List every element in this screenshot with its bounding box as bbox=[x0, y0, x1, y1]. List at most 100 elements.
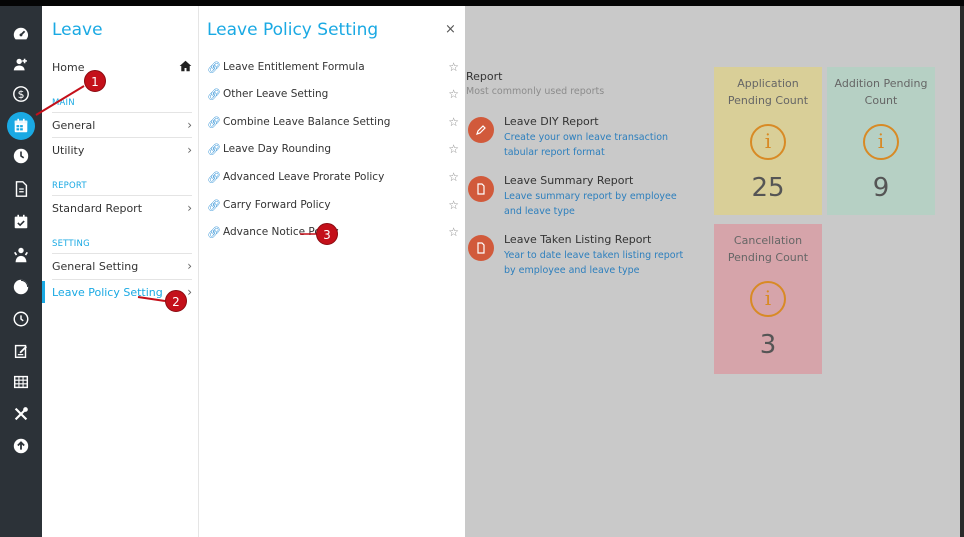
menu-title: Leave bbox=[52, 20, 103, 40]
info-icon: i bbox=[750, 281, 786, 317]
menu-item-home[interactable]: Home bbox=[52, 59, 192, 75]
report-section-title: Report bbox=[466, 70, 503, 83]
tools-icon[interactable] bbox=[9, 402, 33, 426]
card-title: Application Pending Count bbox=[727, 77, 809, 107]
card-title: Cancellation Pending Count bbox=[727, 234, 809, 264]
submenu-item-label: Combine Leave Balance Setting bbox=[223, 116, 391, 128]
link-icon: 🔗︎ bbox=[207, 198, 221, 212]
menu-item-standard-report[interactable]: Standard Report › bbox=[52, 200, 192, 216]
divider bbox=[52, 112, 192, 113]
chevron-right-icon: › bbox=[187, 259, 192, 273]
submenu-title: Leave Policy Setting bbox=[207, 20, 379, 40]
dashboard-overlay: Report Most commonly used reports Leave … bbox=[465, 6, 960, 537]
submenu-item-leave-day-rounding[interactable]: 🔗︎ Leave Day Rounding ☆ bbox=[207, 141, 459, 157]
report-description[interactable]: Create your own leave transaction tabula… bbox=[504, 130, 696, 160]
star-icon[interactable]: ☆ bbox=[448, 142, 459, 156]
menu-item-general-setting[interactable]: General Setting › bbox=[52, 258, 192, 274]
people-icon[interactable] bbox=[9, 243, 33, 267]
home-icon bbox=[179, 60, 192, 75]
chevron-right-icon: › bbox=[187, 118, 192, 132]
report-description[interactable]: Year to date leave taken listing report … bbox=[504, 248, 696, 278]
star-icon[interactable]: ☆ bbox=[448, 115, 459, 129]
active-indicator bbox=[42, 281, 45, 303]
chevron-right-icon: › bbox=[187, 143, 192, 157]
star-icon[interactable]: ☆ bbox=[448, 225, 459, 239]
card-application-pending[interactable]: Application Pending Count i 25 bbox=[714, 67, 822, 215]
dashboard-icon[interactable] bbox=[9, 22, 33, 46]
submenu-item-label: Leave Day Rounding bbox=[223, 143, 332, 155]
report-name[interactable]: Leave Summary Report bbox=[504, 174, 633, 187]
svg-text:$: $ bbox=[18, 88, 25, 101]
submenu-item-carry-forward-policy[interactable]: 🔗︎ Carry Forward Policy ☆ bbox=[207, 197, 459, 213]
menu-section-setting: SETTING bbox=[52, 239, 90, 249]
info-icon: i bbox=[750, 124, 786, 160]
close-icon[interactable]: × bbox=[445, 22, 456, 37]
link-icon: 🔗︎ bbox=[207, 142, 221, 156]
star-icon[interactable]: ☆ bbox=[448, 60, 459, 74]
link-icon: 🔗︎ bbox=[207, 115, 221, 129]
card-count: 25 bbox=[751, 173, 785, 203]
submenu-item-advanced-leave-prorate-policy[interactable]: 🔗︎ Advanced Leave Prorate Policy ☆ bbox=[207, 169, 459, 185]
menu-item-standard-report-label: Standard Report bbox=[52, 201, 143, 215]
submenu-item-label: Advanced Leave Prorate Policy bbox=[223, 171, 385, 183]
annotation-marker-3: 3 bbox=[316, 223, 338, 245]
link-icon: 🔗︎ bbox=[207, 87, 221, 101]
divider bbox=[52, 195, 192, 196]
icon-rail: $ bbox=[0, 6, 42, 537]
divider bbox=[52, 279, 192, 280]
leave-menu-panel: Leave Home MAIN General › Utility › REPO… bbox=[42, 6, 199, 537]
edit-document-icon[interactable] bbox=[9, 339, 33, 363]
chevron-right-icon: › bbox=[187, 201, 192, 215]
submenu-item-label: Other Leave Setting bbox=[223, 88, 329, 100]
users-icon[interactable] bbox=[9, 53, 33, 77]
leave-policy-submenu: Leave Policy Setting × 🔗︎ Leave Entitlem… bbox=[199, 6, 465, 537]
timer-icon[interactable] bbox=[9, 307, 33, 331]
annotation-marker-1: 1 bbox=[84, 70, 106, 92]
divider bbox=[52, 137, 192, 138]
calendar-check-icon[interactable] bbox=[9, 210, 33, 234]
submenu-item-label: Carry Forward Policy bbox=[223, 199, 331, 211]
menu-item-general[interactable]: General › bbox=[52, 117, 192, 133]
submenu-item-other-leave-setting[interactable]: 🔗︎ Other Leave Setting ☆ bbox=[207, 86, 459, 102]
link-icon: 🔗︎ bbox=[207, 170, 221, 184]
document-icon[interactable] bbox=[9, 177, 33, 201]
report-description[interactable]: Leave summary report by employee and lea… bbox=[504, 189, 696, 219]
menu-section-main: MAIN bbox=[52, 98, 75, 108]
calendar-icon[interactable] bbox=[7, 112, 35, 140]
card-addition-pending[interactable]: Addition Pending Count i 9 bbox=[827, 67, 935, 215]
dollar-icon[interactable]: $ bbox=[9, 82, 33, 106]
chevron-right-icon: › bbox=[187, 285, 192, 299]
table-icon[interactable] bbox=[9, 370, 33, 394]
card-count: 9 bbox=[872, 173, 890, 203]
menu-section-report: REPORT bbox=[52, 181, 87, 191]
clock-icon[interactable] bbox=[9, 144, 33, 168]
link-icon: 🔗︎ bbox=[207, 225, 221, 239]
report-name[interactable]: Leave Taken Listing Report bbox=[504, 233, 651, 246]
menu-item-home-label: Home bbox=[52, 60, 85, 74]
menu-item-general-label: General bbox=[52, 118, 96, 132]
star-icon[interactable]: ☆ bbox=[448, 198, 459, 212]
file-icon bbox=[468, 235, 494, 261]
submenu-item-combine-leave-balance-setting[interactable]: 🔗︎ Combine Leave Balance Setting ☆ bbox=[207, 114, 459, 130]
report-name[interactable]: Leave DIY Report bbox=[504, 115, 599, 128]
pie-chart-icon[interactable] bbox=[9, 275, 33, 299]
link-icon: 🔗︎ bbox=[207, 60, 221, 74]
menu-item-utility[interactable]: Utility › bbox=[52, 142, 192, 158]
report-section-subtitle: Most commonly used reports bbox=[466, 86, 605, 97]
menu-item-general-setting-label: General Setting bbox=[52, 259, 139, 273]
upload-icon[interactable] bbox=[9, 434, 33, 458]
info-icon: i bbox=[863, 124, 899, 160]
window-edge bbox=[960, 6, 964, 537]
star-icon[interactable]: ☆ bbox=[448, 87, 459, 101]
file-icon bbox=[468, 176, 494, 202]
card-title: Addition Pending Count bbox=[834, 77, 928, 107]
menu-item-leave-policy-setting-label: Leave Policy Setting bbox=[52, 285, 163, 299]
star-icon[interactable]: ☆ bbox=[448, 170, 459, 184]
submenu-item-leave-entitlement-formula[interactable]: 🔗︎ Leave Entitlement Formula ☆ bbox=[207, 59, 459, 75]
app-window: $ Leave Home MAIN General › Utility › RE… bbox=[0, 0, 964, 537]
annotation-marker-2: 2 bbox=[165, 290, 187, 312]
divider bbox=[52, 253, 192, 254]
menu-item-utility-label: Utility bbox=[52, 143, 85, 157]
pencil-icon bbox=[468, 117, 494, 143]
card-cancellation-pending[interactable]: Cancellation Pending Count i 3 bbox=[714, 224, 822, 374]
